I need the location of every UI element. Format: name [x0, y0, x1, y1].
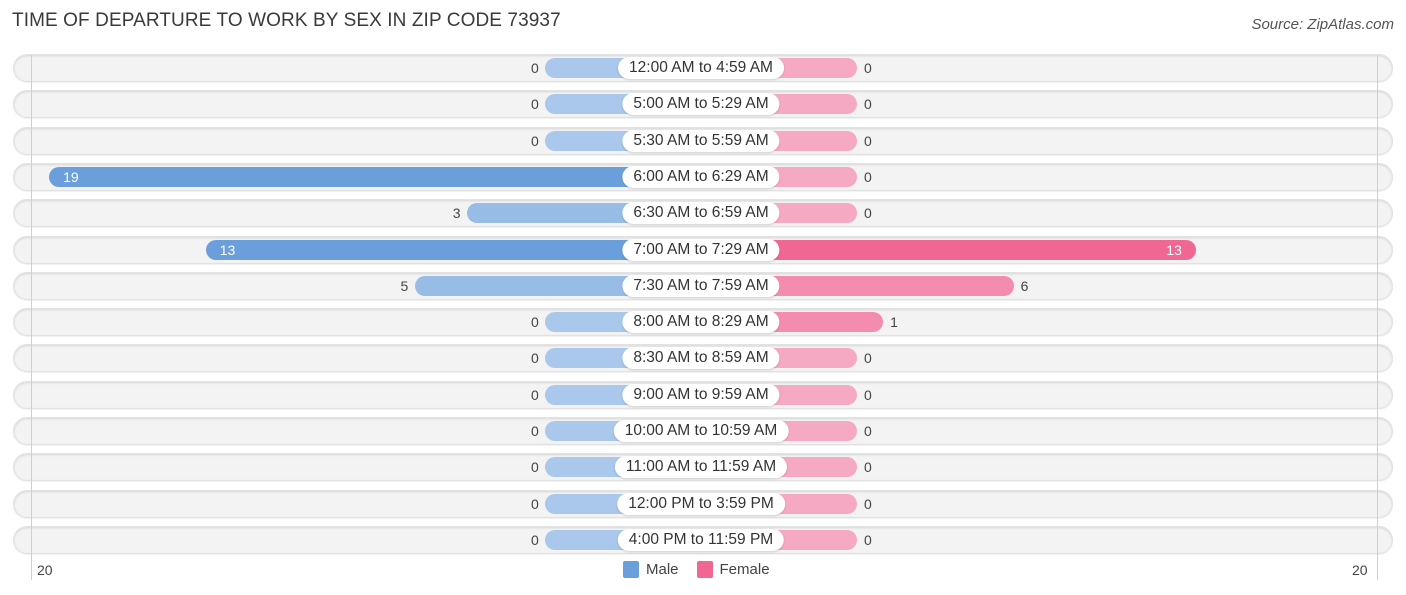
value-label-male: 0: [531, 532, 539, 548]
value-label-male: 0: [531, 96, 539, 112]
value-label-female: 0: [864, 423, 872, 439]
value-label-female: 0: [864, 205, 872, 221]
value-label-male: 0: [531, 459, 539, 475]
value-label-male: 5: [400, 278, 409, 294]
axis-tick-left: 20: [37, 562, 53, 578]
value-label-male: 0: [531, 314, 539, 330]
value-label-male: 0: [531, 423, 539, 439]
legend-swatch-male: [623, 561, 639, 578]
value-label-male: 0: [531, 350, 539, 366]
value-label-female: 0: [864, 96, 872, 112]
value-label-female: 0: [864, 350, 872, 366]
legend-item-male[interactable]: Male: [623, 561, 679, 578]
axis-line-right: [1377, 55, 1378, 580]
category-label: 8:00 AM to 8:29 AM: [622, 311, 780, 333]
value-label-male: 19: [63, 169, 79, 185]
value-label-female: 13: [1166, 242, 1182, 258]
category-label: 7:30 AM to 7:59 AM: [622, 275, 780, 297]
category-label: 6:30 AM to 6:59 AM: [622, 202, 780, 224]
category-label: 5:30 AM to 5:59 AM: [622, 130, 780, 152]
value-label-female: 1: [890, 314, 898, 330]
category-label: 12:00 AM to 4:59 AM: [618, 57, 784, 79]
category-label: 6:00 AM to 6:29 AM: [622, 166, 780, 188]
category-label: 11:00 AM to 11:59 AM: [614, 456, 788, 478]
value-label-female: 0: [864, 496, 872, 512]
value-label-female: 0: [864, 459, 872, 475]
legend-swatch-female: [696, 561, 713, 578]
legend: Male Female: [623, 561, 788, 578]
source-label: Source: ZipAtlas.com: [1251, 16, 1394, 33]
value-label-male: 13: [219, 242, 236, 258]
value-label-male: 0: [531, 60, 539, 76]
value-label-female: 0: [864, 133, 872, 149]
category-label: 12:00 PM to 3:59 PM: [617, 493, 785, 515]
value-label-female: 0: [864, 387, 872, 403]
category-label: 9:00 AM to 9:59 AM: [622, 384, 780, 406]
value-label-female: 0: [864, 169, 872, 185]
value-label-female: 0: [864, 532, 872, 548]
value-label-male: 0: [531, 387, 539, 403]
value-label-male: 3: [452, 205, 461, 221]
category-label: 8:30 AM to 8:59 AM: [622, 347, 780, 369]
chart-title: TIME OF DEPARTURE TO WORK BY SEX IN ZIP …: [12, 10, 561, 31]
bar-male[interactable]: [49, 167, 701, 187]
axis-tick-right: 20: [1352, 562, 1368, 578]
legend-item-female[interactable]: Female: [696, 561, 770, 578]
value-label-male: 0: [531, 496, 539, 512]
value-label-female: 6: [1020, 278, 1029, 294]
value-label-female: 0: [864, 60, 872, 76]
value-label-male: 0: [531, 133, 539, 149]
legend-label-male: Male: [646, 561, 679, 578]
legend-label-female: Female: [719, 561, 770, 578]
category-label: 7:00 AM to 7:29 AM: [622, 239, 780, 261]
category-label: 4:00 PM to 11:59 PM: [617, 529, 785, 551]
category-label: 10:00 AM to 10:59 AM: [613, 420, 789, 442]
category-label: 5:00 AM to 5:29 AM: [622, 93, 780, 115]
axis-line-left: [31, 55, 32, 580]
